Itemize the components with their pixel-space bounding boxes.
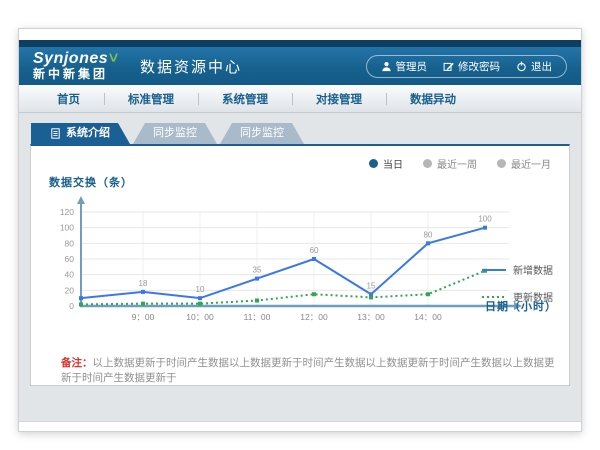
logo-text-cn: 新中新集团 <box>33 68 118 81</box>
svg-text:100: 100 <box>478 215 492 224</box>
user-name-label: 管理员 <box>396 59 428 74</box>
svg-text:0: 0 <box>69 301 74 311</box>
svg-text:15: 15 <box>367 281 376 290</box>
header-accent-bar <box>19 40 581 47</box>
user-icon <box>381 61 392 72</box>
svg-text:100: 100 <box>60 223 74 233</box>
radio-today[interactable]: 当日 <box>369 156 403 171</box>
svg-text:80: 80 <box>65 238 75 248</box>
solid-line-swatch <box>482 268 506 272</box>
change-password-button[interactable]: 修改密码 <box>443 59 500 74</box>
tab-label: 同步监控 <box>153 123 197 144</box>
svg-text:20: 20 <box>65 285 75 295</box>
tab-bar: 系统介绍 同步监控 同步监控 <box>19 113 581 144</box>
current-user-button[interactable]: 管理员 <box>381 59 428 74</box>
data-exchange-chart: 0 20 40 60 80 100 120 9：00 10：00 11：00 12：00 13：00 1… <box>43 194 529 346</box>
svg-text:18: 18 <box>139 279 148 288</box>
company-logo[interactable]: Synjones˅ 新中新集团 <box>33 51 118 80</box>
window-footer-strip <box>19 421 581 431</box>
radio-last-week[interactable]: 最近一周 <box>423 156 477 171</box>
radio-dot-selected <box>369 159 378 168</box>
tab-sync-monitor-2[interactable]: 同步监控 <box>220 123 304 144</box>
nav-item-changes[interactable]: 数据异动 <box>386 91 480 107</box>
edit-icon <box>443 61 454 72</box>
radio-dot <box>423 159 432 168</box>
svg-text:12：00: 12：00 <box>300 312 328 322</box>
radio-label: 最近一月 <box>511 156 551 171</box>
legend-new-data[interactable]: 新增数据 <box>482 262 553 277</box>
svg-text:14：00: 14：00 <box>414 312 442 322</box>
app-header: Synjones˅ 新中新集团 数据资源中心 管理员 修改密码 <box>19 47 581 85</box>
footnote-text: 以上数据更新于时间产生数据以上数据更新于时间产生数据以上数据更新于时间产生数据以… <box>61 357 555 384</box>
svg-text:40: 40 <box>65 270 75 280</box>
svg-text:80: 80 <box>424 230 433 239</box>
tab-label: 系统介绍 <box>66 123 110 144</box>
svg-text:13：00: 13：00 <box>357 312 385 322</box>
time-range-filter: 当日 最近一周 最近一月 <box>369 156 551 171</box>
radio-label: 最近一周 <box>437 156 477 171</box>
nav-item-system[interactable]: 系统管理 <box>198 91 292 107</box>
radio-label: 当日 <box>383 156 403 171</box>
svg-text:60: 60 <box>310 246 319 255</box>
chart-region: 0 20 40 60 80 100 120 9：00 10：00 11：00 12：00 13：00 1… <box>43 194 557 346</box>
radio-dot <box>497 159 506 168</box>
legend-label: 新增数据 <box>513 262 553 277</box>
nav-item-home[interactable]: 首页 <box>33 91 104 107</box>
change-password-label: 修改密码 <box>458 59 500 74</box>
svg-text:60: 60 <box>65 254 75 264</box>
content-area: 系统介绍 同步监控 同步监控 当日 最近一周 <box>19 113 581 421</box>
footnote-prefix: 备注： <box>61 357 93 369</box>
chart-x-axis-title: 日期（小时） <box>485 298 557 314</box>
leaf-icon: ˅ <box>108 50 118 67</box>
logout-label: 退出 <box>531 59 552 74</box>
tab-sync-monitor-1[interactable]: 同步监控 <box>133 123 217 144</box>
svg-text:10：00: 10：00 <box>186 312 214 322</box>
tab-label: 同步监控 <box>240 123 284 144</box>
radio-last-month[interactable]: 最近一月 <box>497 156 551 171</box>
power-icon <box>516 61 527 72</box>
document-icon <box>51 128 60 139</box>
logout-button[interactable]: 退出 <box>516 59 552 74</box>
svg-text:35: 35 <box>253 266 262 275</box>
footnote: 备注：以上数据更新于时间产生数据以上数据更新于时间产生数据以上数据更新于时间产生… <box>43 356 557 385</box>
main-nav: 首页 标准管理 系统管理 对接管理 数据异动 <box>19 85 581 113</box>
svg-text:9：00: 9：00 <box>132 312 155 322</box>
tab-system-intro[interactable]: 系统介绍 <box>31 123 130 144</box>
page-title: 数据资源中心 <box>140 56 242 77</box>
user-toolbar: 管理员 修改密码 退出 <box>366 55 568 78</box>
nav-item-docking[interactable]: 对接管理 <box>292 91 386 107</box>
svg-text:120: 120 <box>60 207 74 217</box>
logo-text-en: Synjones˅ <box>33 51 118 68</box>
window-top-strip <box>19 29 581 40</box>
nav-item-standards[interactable]: 标准管理 <box>104 91 198 107</box>
svg-text:10: 10 <box>196 285 205 294</box>
app-window: Synjones˅ 新中新集团 数据资源中心 管理员 修改密码 <box>18 28 582 432</box>
svg-text:11：00: 11：00 <box>244 312 271 322</box>
chart-y-axis-title: 数据交换（条） <box>49 174 557 190</box>
system-intro-panel: 当日 最近一周 最近一月 数据交换（条） 0 20 40 60 80 100 120 9：00… <box>30 144 570 386</box>
